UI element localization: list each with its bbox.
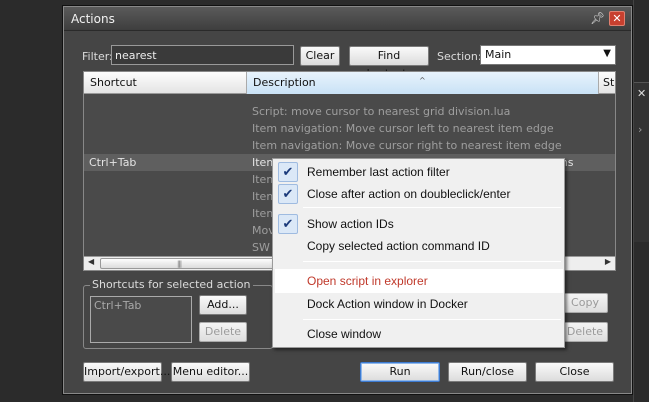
menu-separator — [303, 319, 561, 320]
menu-item-open-script-explorer[interactable]: Open script in explorer — [275, 269, 563, 293]
delete-right-button[interactable]: Delete — [562, 322, 608, 342]
section-value: Main — [485, 48, 512, 61]
run-close-button[interactable]: Run/close — [448, 362, 527, 382]
table-row[interactable]: Item navigation: Move cursor left to nea… — [84, 120, 615, 137]
background-close-icon[interactable]: ✕ — [637, 87, 646, 100]
filter-input[interactable] — [111, 45, 294, 65]
shortcuts-group-label: Shortcuts for selected action — [90, 278, 253, 291]
check-icon: ✔ — [278, 162, 298, 182]
add-button[interactable]: Add... — [199, 295, 247, 315]
row-shortcut: Ctrl+Tab — [89, 156, 137, 169]
menu-separator — [303, 261, 561, 262]
shortcut-list[interactable]: Ctrl+Tab — [90, 296, 192, 343]
menu-separator — [303, 207, 561, 208]
menu-item-label: Open script in explorer — [307, 274, 428, 288]
run-button[interactable]: Run — [360, 362, 440, 382]
row-description: SW — [252, 241, 270, 254]
menu-item-remember-filter[interactable]: ✔ Remember last action filter — [275, 161, 563, 183]
context-menu: ✔ Remember last action filter ✔ Close af… — [272, 158, 565, 348]
menu-item-label: Close after action on doubleclick/enter — [307, 187, 511, 201]
menu-item-close-after-action[interactable]: ✔ Close after action on doubleclick/ente… — [275, 183, 563, 205]
titlebar[interactable]: Actions 📌︎ ✕ — [64, 7, 631, 31]
section-select[interactable]: Main ▼ — [480, 45, 616, 65]
menu-item-label: Remember last action filter — [307, 165, 450, 179]
column-description-label: Description — [253, 76, 316, 89]
background-side-panel: ✕ › — [634, 82, 649, 242]
import-export-button[interactable]: Import/export... — [83, 362, 170, 382]
menu-item-label: Show action IDs — [307, 217, 394, 231]
table-row[interactable]: Item navigation: Move cursor right to ne… — [84, 137, 615, 154]
pin-icon[interactable]: 📌︎ — [590, 11, 605, 25]
list-header: Shortcut Description ^ St — [84, 72, 615, 94]
section-label: Section: — [437, 50, 482, 63]
menu-editor-button[interactable]: Menu editor... — [171, 362, 250, 382]
background-chevron-icon[interactable]: › — [638, 123, 642, 136]
scroll-left-icon[interactable]: ◀ — [88, 257, 94, 266]
find-shortcut-button[interactable]: Find shortcut... — [349, 46, 429, 80]
filter-label: Filter: — [82, 50, 113, 63]
close-button[interactable]: Close — [535, 362, 614, 382]
sort-up-icon: ^ — [419, 76, 426, 85]
copy-button[interactable]: Copy — [562, 293, 608, 313]
scrollbar-thumb[interactable]: ||| — [100, 258, 280, 269]
column-shortcut[interactable]: Shortcut — [84, 72, 247, 94]
row-description: Item navigation: Move cursor right to ne… — [252, 139, 562, 152]
menu-item-label: Copy selected action command ID — [307, 239, 490, 253]
scroll-right-icon[interactable]: ▶ — [605, 257, 611, 266]
menu-item-show-action-ids[interactable]: ✔ Show action IDs — [275, 213, 563, 235]
menu-item-copy-command-id[interactable]: Copy selected action command ID — [275, 235, 563, 257]
window-title: Actions — [71, 12, 115, 26]
check-icon: ✔ — [278, 214, 298, 234]
menu-item-dock-in-docker[interactable]: Dock Action window in Docker — [275, 293, 563, 315]
close-icon[interactable]: ✕ — [609, 11, 625, 26]
column-description[interactable]: Description ^ — [247, 72, 599, 94]
row-description: Item navigation: Move cursor left to nea… — [252, 122, 554, 135]
menu-item-close-window[interactable]: Close window — [275, 323, 563, 345]
menu-item-label: Close window — [307, 327, 382, 341]
delete-button[interactable]: Delete — [199, 322, 247, 342]
clear-button[interactable]: Clear — [300, 46, 340, 66]
menu-item-label: Dock Action window in Docker — [307, 297, 468, 311]
row-description: Script: move cursor to nearest grid divi… — [252, 105, 511, 118]
check-icon: ✔ — [278, 184, 298, 204]
shortcut-item[interactable]: Ctrl+Tab — [94, 299, 141, 312]
column-st[interactable]: St — [599, 72, 615, 94]
chevron-down-icon: ▼ — [603, 48, 611, 59]
table-row[interactable]: Script: move cursor to nearest grid divi… — [84, 103, 615, 120]
shortcuts-group: Shortcuts for selected action Ctrl+Tab A… — [83, 278, 273, 349]
